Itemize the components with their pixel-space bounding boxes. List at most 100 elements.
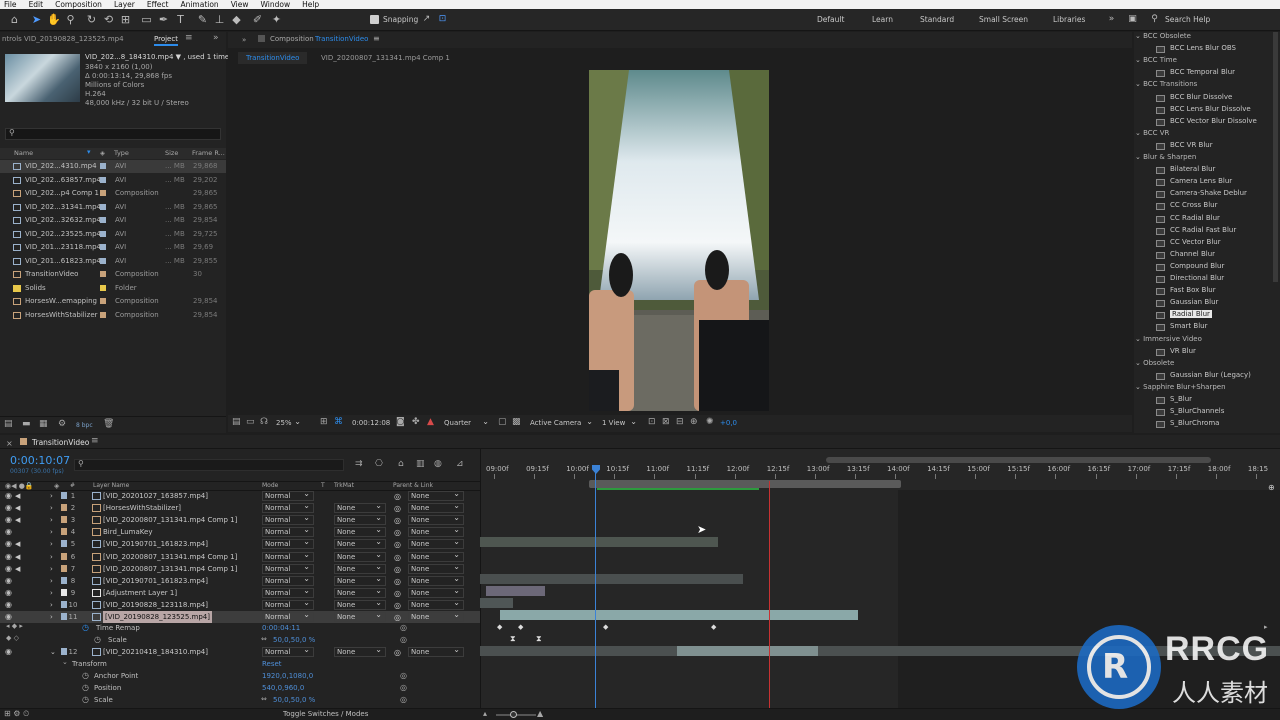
eye-icon[interactable]: ◉ [5, 514, 12, 526]
keyframe-icon[interactable]: ◆ [603, 623, 608, 631]
audio-icon[interactable]: ◀ [15, 551, 20, 563]
effect-category[interactable]: ⌄ Obsolete [1135, 359, 1174, 367]
mode-dropdown[interactable]: Normal [262, 526, 314, 538]
lock-icon[interactable] [258, 35, 265, 42]
col-name[interactable]: Name [14, 149, 33, 157]
eye-icon[interactable]: ◉ [5, 526, 12, 538]
item-label-swatch[interactable] [100, 217, 106, 223]
layer-name[interactable]: [VID_20210418_184310.mp4] [103, 646, 208, 658]
effect-category[interactable]: ⌄ BCC Time [1135, 56, 1177, 64]
project-item[interactable]: VID_202...32632.mp4 AVI ... MB 29,854 [0, 214, 226, 227]
effect-category[interactable]: ⌄ Immersive Video [1135, 335, 1202, 343]
fast-preview-icon[interactable]: ⊠ [662, 417, 670, 427]
item-label-swatch[interactable] [100, 271, 106, 277]
project-item[interactable]: VID_201...61823.mp4 AVI ... MB 29,855 [0, 255, 226, 268]
parent-dropdown[interactable]: None [408, 538, 464, 550]
trkmat-dropdown[interactable]: None [334, 563, 386, 574]
effect-item[interactable]: BCC VR Blur [1170, 141, 1213, 149]
toggle-pixel-icon[interactable]: ⊡ [648, 417, 656, 427]
effect-category[interactable]: ⌄ Blur & Sharpen [1135, 153, 1196, 161]
twirl-icon[interactable]: › [50, 538, 53, 550]
item-label-swatch[interactable] [100, 298, 106, 304]
pickwhip-icon[interactable]: ◎ [400, 671, 407, 680]
parent-dropdown[interactable]: None [408, 563, 464, 574]
effect-item[interactable]: BCC Vector Blur Dissolve [1170, 117, 1257, 125]
workspace-small-screen[interactable]: Small Screen [979, 15, 1028, 24]
parent-dropdown[interactable]: None [408, 599, 464, 610]
parent-dropdown[interactable]: None [408, 646, 464, 657]
mode-dropdown[interactable]: Normal [262, 646, 314, 657]
item-label-swatch[interactable] [100, 203, 106, 210]
mode-dropdown[interactable]: Normal [262, 514, 314, 526]
transparency-grid-icon[interactable]: ▩ [512, 417, 521, 427]
stopwatch-icon[interactable]: ◷ [94, 635, 101, 644]
project-item[interactable]: HorsesWithStabilizer Composition 29,854 [0, 309, 226, 322]
keyframe-nav-icon[interactable]: ◂ ◆ ▸ [6, 622, 23, 630]
keyframe-icon[interactable]: ◆ [518, 623, 523, 631]
zoom-slider-thumb[interactable] [510, 711, 517, 718]
trkmat-dropdown[interactable]: None [334, 611, 386, 622]
keyframe-icon[interactable]: ◆ [711, 623, 716, 631]
layer-row-6[interactable]: ◉ ◀ › 6 [VID_20200807_131341.mp4 Comp 1] Norm… [0, 551, 480, 563]
effect-item[interactable]: S_BlurChroma [1170, 419, 1219, 427]
eye-icon[interactable]: ◉ [5, 538, 12, 550]
col-trkmat[interactable]: TrkMat [334, 482, 354, 489]
close-tab-icon[interactable]: × [6, 439, 13, 448]
twirl-icon[interactable]: › [50, 514, 53, 526]
col-size[interactable]: Size [165, 149, 178, 157]
audio-icon[interactable]: ◀ [15, 538, 20, 550]
layer-row-3[interactable]: ◉ ◀ › 3 [VID_20200807_131341.mp4 Comp 1] Norm… [0, 514, 480, 526]
menu-item-view[interactable]: View [231, 0, 249, 9]
effect-item[interactable]: Directional Blur [1170, 274, 1224, 282]
effect-category[interactable]: ⌄ Sapphire Blur+Sharpen [1135, 383, 1226, 391]
effect-item[interactable]: BCC Blur Dissolve [1170, 93, 1232, 101]
interpret-footage-icon[interactable]: ▤ [4, 419, 13, 429]
parent-dropdown[interactable]: None [408, 514, 464, 526]
project-item[interactable]: HorsesW...emapping Composition 29,854 [0, 295, 226, 308]
effect-item[interactable]: BCC Temporal Blur [1170, 68, 1235, 76]
layer-row-12[interactable]: ◉ ⌄ 12 [VID_20210418_184310.mp4] Normal … [0, 646, 480, 658]
toggle-switches-modes[interactable]: Toggle Switches / Modes [283, 710, 368, 718]
eye-icon[interactable]: ◉ [5, 587, 12, 599]
snapshot-icon[interactable]: ◙ [396, 417, 405, 427]
parent-dropdown[interactable]: None [408, 611, 464, 622]
keyframe-icon[interactable]: ⧗ [536, 634, 542, 644]
parent-dropdown[interactable]: None [408, 490, 464, 501]
layer-name[interactable]: [VID_20190701_161823.mp4] [103, 538, 208, 550]
effect-item[interactable]: VR Blur [1170, 347, 1196, 355]
effect-item[interactable]: Bilateral Blur [1170, 165, 1215, 173]
comp-tab-comp1[interactable]: VID_20200807_131341.mp4 Comp 1 [321, 52, 450, 64]
collapse-icon[interactable]: » [242, 36, 246, 44]
col-layer-name[interactable]: Layer Name [93, 482, 129, 489]
audio-icon[interactable]: ◀ [15, 514, 20, 526]
mode-dropdown[interactable]: Normal [262, 599, 314, 610]
new-composition-icon[interactable]: ▦ [39, 419, 48, 429]
time-ruler[interactable]: 09:00f 09:15f 10:00f 10:15f 11:00f 11:15f 12:0… [480, 463, 1280, 481]
audio-icon[interactable]: ◀ [15, 563, 20, 575]
mode-dropdown[interactable]: Normal [262, 551, 314, 562]
parent-dropdown[interactable]: None [408, 587, 464, 598]
brush-tool-icon[interactable]: ✎ [196, 13, 209, 26]
zoom-dropdown[interactable]: 25% [274, 416, 304, 429]
pickwhip-icon[interactable]: ◎ [400, 695, 407, 704]
pan-behind-icon[interactable]: ⊞ [119, 13, 132, 26]
eye-icon[interactable]: ◉ [5, 490, 12, 502]
layer-12-bar[interactable] [480, 646, 1280, 656]
item-label-swatch[interactable] [100, 257, 106, 264]
layer-5-bar[interactable] [480, 537, 718, 547]
mode-dropdown[interactable]: Normal [262, 563, 314, 574]
effects-scrollbar[interactable] [1273, 32, 1278, 282]
trkmat-dropdown[interactable]: None [334, 538, 386, 550]
trkmat-dropdown[interactable]: None [334, 646, 386, 657]
menu-item-file[interactable]: File [4, 0, 17, 9]
project-item[interactable]: VID_202...23525.mp4 AVI ... MB 29,725 [0, 228, 226, 241]
trkmat-dropdown[interactable]: None [334, 599, 386, 610]
vr-icon[interactable]: ☊ [260, 417, 268, 427]
layer-9-bar[interactable] [486, 586, 545, 596]
link-icon[interactable]: ⇔ [261, 695, 267, 703]
puppet-pin-icon[interactable]: ✦ [270, 13, 283, 26]
exposure-value[interactable]: +0,0 [720, 419, 737, 427]
effect-item[interactable]: Camera-Shake Deblur [1170, 189, 1247, 197]
timeline-menu-icon[interactable]: ≡ [91, 436, 99, 446]
clone-stamp-icon[interactable]: ⊥ [213, 13, 226, 26]
